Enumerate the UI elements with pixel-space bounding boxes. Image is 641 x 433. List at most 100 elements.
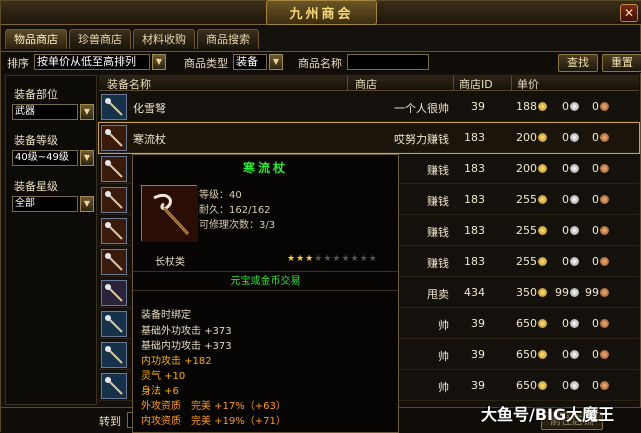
- copper-coin-icon: [600, 133, 609, 142]
- tooltip-attribute: 内攻资质 完美 +19%（+71）: [141, 416, 286, 427]
- gold-coin-icon: [538, 257, 547, 266]
- tooltip-attribute: 灵气 +10: [141, 371, 186, 382]
- gold-coin-icon: [538, 226, 547, 235]
- tab-pet-shop[interactable]: 珍兽商店: [69, 29, 131, 49]
- item-tooltip: 寒流杖 等级：40 耐久：162/162 可修理次数：3/3 长杖类 ★★★★★…: [132, 154, 399, 433]
- close-button[interactable]: ✕: [620, 4, 638, 22]
- item-thumbnail-icon: [101, 187, 127, 213]
- table-header: 装备名称 商店 商店ID 单价: [99, 75, 639, 91]
- price-copper: 0: [581, 162, 609, 175]
- shop-id: 183: [464, 162, 485, 175]
- price-copper: 0: [581, 255, 609, 268]
- copper-coin-icon: [600, 164, 609, 173]
- search-button[interactable]: 查找: [558, 54, 598, 72]
- tab-item-shop[interactable]: 物品商店: [5, 29, 67, 49]
- part-dropdown-arrow-icon[interactable]: ▼: [80, 104, 94, 120]
- header-shop[interactable]: 商店: [355, 76, 377, 92]
- item-thumbnail-icon: [101, 311, 127, 337]
- type-label: 商品类型: [184, 57, 228, 70]
- level-select[interactable]: 40级~49级: [12, 150, 78, 166]
- sort-select[interactable]: 按单价从低至高排列: [34, 54, 150, 70]
- sort-label: 排序: [7, 57, 29, 70]
- price-gold: 650: [505, 348, 547, 361]
- window-title: 九州商会: [266, 0, 377, 25]
- star-icon: ★: [368, 254, 378, 264]
- name-search-input[interactable]: [347, 54, 429, 70]
- gold-coin-icon: [538, 102, 547, 111]
- silver-coin-icon: [570, 381, 579, 390]
- shop-id: 183: [464, 131, 485, 144]
- price-gold: 255: [505, 224, 547, 237]
- star-select[interactable]: 全部: [12, 196, 78, 212]
- copper-coin-icon: [600, 195, 609, 204]
- item-thumbnail-icon: [101, 249, 127, 275]
- gold-coin-icon: [538, 133, 547, 142]
- table-row[interactable]: 化雪弩 一个人很帅 39 188 0 0: [99, 92, 639, 122]
- price-copper: 0: [581, 193, 609, 206]
- header-price[interactable]: 单价: [517, 76, 539, 92]
- shop-id: 39: [471, 379, 485, 392]
- item-thumbnail-icon: [101, 218, 127, 244]
- copper-coin-icon: [600, 319, 609, 328]
- shop-name: 哎努力赚钱: [394, 133, 449, 146]
- gold-coin-icon: [538, 195, 547, 204]
- star-icon: ★: [359, 254, 369, 264]
- shop-id: 39: [471, 100, 485, 113]
- price-silver: 0: [551, 224, 579, 237]
- silver-coin-icon: [570, 257, 579, 266]
- price-silver: 99: [551, 286, 579, 299]
- tooltip-attribute: 内功攻击 +182: [141, 356, 212, 367]
- price-copper: 0: [581, 224, 609, 237]
- star-dropdown-arrow-icon[interactable]: ▼: [80, 196, 94, 212]
- item-thumbnail-icon: [101, 125, 127, 151]
- tooltip-level: 等级：40: [199, 190, 242, 201]
- watermark-text: 大鱼号/BIG大魔王: [481, 405, 615, 424]
- star-icon: ★: [341, 254, 351, 264]
- gold-coin-icon: [538, 288, 547, 297]
- shop-id: 39: [471, 348, 485, 361]
- silver-coin-icon: [570, 226, 579, 235]
- silver-coin-icon: [570, 133, 579, 142]
- silver-coin-icon: [570, 288, 579, 297]
- type-select[interactable]: 装备: [233, 54, 267, 70]
- tab-bar: 物品商店 珍兽商店 材料收购 商品搜索: [5, 29, 259, 49]
- price-gold: 200: [505, 162, 547, 175]
- star-icon: ★: [287, 254, 297, 264]
- price-copper: 0: [581, 379, 609, 392]
- price-silver: 0: [551, 317, 579, 330]
- tab-product-search[interactable]: 商品搜索: [197, 29, 259, 49]
- sort-dropdown-arrow-icon[interactable]: ▼: [152, 54, 166, 70]
- price-gold: 650: [505, 379, 547, 392]
- shop-name: 一个人很帅: [394, 102, 449, 115]
- table-row[interactable]: 寒流杖 哎努力赚钱 183 200 0 0: [98, 122, 640, 154]
- tooltip-repairs: 可修理次数：3/3: [199, 220, 276, 231]
- tooltip-item-name: 寒流杖: [242, 161, 288, 175]
- silver-coin-icon: [570, 319, 579, 328]
- price-silver: 0: [551, 131, 579, 144]
- goto-label: 转到: [99, 415, 121, 428]
- price-silver: 0: [551, 193, 579, 206]
- silver-coin-icon: [570, 164, 579, 173]
- header-name[interactable]: 装备名称: [107, 76, 151, 92]
- tooltip-attribute: 外攻资质 完美 +17%（+63）: [141, 401, 286, 412]
- price-copper: 0: [581, 100, 609, 113]
- gold-coin-icon: [538, 381, 547, 390]
- header-shop-id[interactable]: 商店ID: [459, 76, 493, 92]
- shop-id: 183: [464, 224, 485, 237]
- price-copper: 99: [581, 286, 609, 299]
- name-label: 商品名称: [298, 57, 342, 70]
- part-select[interactable]: 武器: [12, 104, 78, 120]
- level-dropdown-arrow-icon[interactable]: ▼: [80, 150, 94, 166]
- price-copper: 0: [581, 131, 609, 144]
- silver-coin-icon: [570, 195, 579, 204]
- tab-material-buy[interactable]: 材料收购: [133, 29, 195, 49]
- copper-coin-icon: [600, 257, 609, 266]
- item-thumbnail-icon: [101, 156, 127, 182]
- item-thumbnail-icon: [101, 342, 127, 368]
- gold-coin-icon: [538, 164, 547, 173]
- price-copper: 0: [581, 348, 609, 361]
- type-dropdown-arrow-icon[interactable]: ▼: [269, 54, 283, 70]
- reset-button[interactable]: 重置: [602, 54, 641, 72]
- level-label: 装备等级: [14, 134, 58, 147]
- price-gold: 255: [505, 193, 547, 206]
